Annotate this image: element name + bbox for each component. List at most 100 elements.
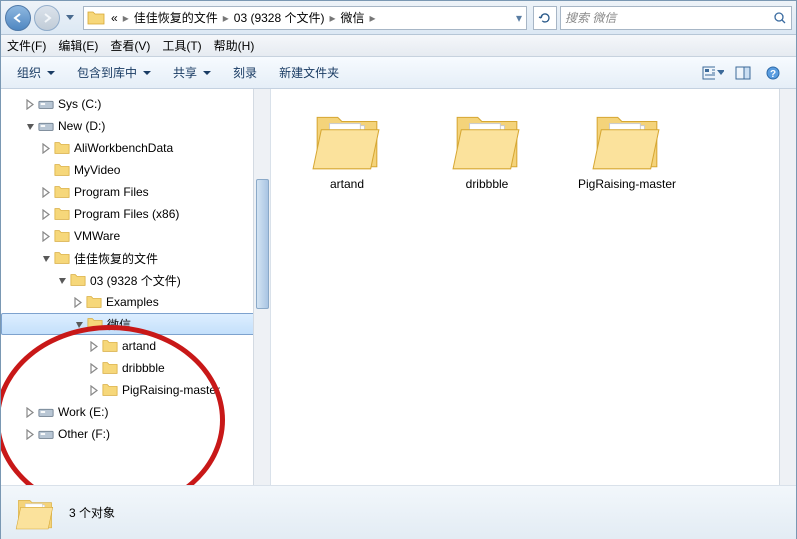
folder-item[interactable]: dribbble bbox=[437, 109, 537, 193]
search-input[interactable]: 搜索 微信 bbox=[560, 6, 792, 30]
expand-toggle[interactable] bbox=[73, 297, 84, 308]
tree-item-label: dribbble bbox=[122, 361, 165, 375]
expand-toggle[interactable] bbox=[57, 275, 68, 286]
drive-icon bbox=[38, 118, 54, 134]
share-button[interactable]: 共享 bbox=[165, 61, 219, 84]
include-library-button[interactable]: 包含到库中 bbox=[69, 61, 159, 84]
folder-icon bbox=[87, 9, 105, 27]
search-icon bbox=[773, 11, 787, 25]
tree-item[interactable]: Program Files (x86) bbox=[1, 203, 270, 225]
tree-item[interactable]: Other (F:) bbox=[1, 423, 270, 445]
tree-item-label: VMWare bbox=[74, 229, 120, 243]
tree-item-label: AliWorkbenchData bbox=[74, 141, 173, 155]
expand-toggle[interactable] bbox=[89, 385, 100, 396]
expand-toggle[interactable] bbox=[41, 209, 52, 220]
organize-button[interactable]: 组织 bbox=[9, 61, 63, 84]
folder-icon bbox=[54, 140, 70, 156]
tree-scrollbar[interactable] bbox=[253, 89, 270, 485]
folder-item[interactable]: PigRaising-master bbox=[577, 109, 677, 193]
folder-icon bbox=[102, 360, 118, 376]
menu-edit[interactable]: 编辑(E) bbox=[58, 37, 98, 54]
expand-toggle[interactable] bbox=[41, 253, 52, 264]
tree-item[interactable]: 佳佳恢复的文件 bbox=[1, 247, 270, 269]
expand-toggle[interactable] bbox=[41, 143, 52, 154]
tree-item-label: MyVideo bbox=[74, 163, 120, 177]
drive-icon bbox=[38, 404, 54, 420]
folder-icon bbox=[311, 109, 383, 171]
tree-item-label: 微信 bbox=[107, 316, 131, 333]
scrollbar-thumb[interactable] bbox=[256, 179, 269, 309]
expand-toggle[interactable] bbox=[41, 187, 52, 198]
folder-icon bbox=[70, 272, 86, 288]
file-list[interactable]: artand dribbble PigRaising-master bbox=[271, 89, 796, 485]
expand-toggle[interactable] bbox=[89, 363, 100, 374]
folder-icon bbox=[54, 250, 70, 266]
tree-item[interactable]: AliWorkbenchData bbox=[1, 137, 270, 159]
tree-item[interactable]: PigRaising-master bbox=[1, 379, 270, 401]
help-button[interactable]: ? bbox=[762, 62, 784, 84]
folder-item[interactable]: artand bbox=[297, 109, 397, 193]
menu-view[interactable]: 查看(V) bbox=[110, 37, 150, 54]
folder-icon bbox=[54, 206, 70, 222]
tree-item[interactable]: Work (E:) bbox=[1, 401, 270, 423]
chevron-down-icon[interactable]: ▾ bbox=[512, 11, 526, 25]
folder-icon bbox=[54, 162, 70, 178]
tree-item[interactable]: VMWare bbox=[1, 225, 270, 247]
expand-toggle[interactable] bbox=[25, 99, 36, 110]
chevron-right-icon: ▸ bbox=[327, 11, 337, 25]
expand-toggle[interactable] bbox=[41, 165, 52, 176]
tree-item[interactable]: Program Files bbox=[1, 181, 270, 203]
expand-toggle[interactable] bbox=[41, 231, 52, 242]
chevron-right-icon: ▸ bbox=[368, 11, 378, 25]
menu-bar: 文件(F) 编辑(E) 查看(V) 工具(T) 帮助(H) bbox=[1, 35, 796, 57]
menu-help[interactable]: 帮助(H) bbox=[214, 37, 255, 54]
menu-tools[interactable]: 工具(T) bbox=[162, 37, 201, 54]
nav-bar: « ▸ 佳佳恢复的文件 ▸ 03 (9328 个文件) ▸ 微信 ▸ ▾ 搜索 … bbox=[1, 1, 796, 35]
menu-file[interactable]: 文件(F) bbox=[7, 37, 46, 54]
chevron-right-icon: ▸ bbox=[121, 11, 131, 25]
tree-item-label: Examples bbox=[106, 295, 159, 309]
nav-history-dropdown[interactable] bbox=[63, 5, 77, 31]
tree-item-label: New (D:) bbox=[58, 119, 105, 133]
main-scrollbar[interactable] bbox=[779, 89, 796, 485]
expand-toggle[interactable] bbox=[25, 407, 36, 418]
tree-item-label: Sys (C:) bbox=[58, 97, 101, 111]
tree-item[interactable]: artand bbox=[1, 335, 270, 357]
tree-item[interactable]: dribbble bbox=[1, 357, 270, 379]
tree-item[interactable]: 微信 bbox=[1, 313, 270, 335]
burn-button[interactable]: 刻录 bbox=[225, 61, 265, 84]
status-text: 3 个对象 bbox=[69, 504, 115, 521]
folder-icon bbox=[87, 316, 103, 332]
toolbar: 组织 包含到库中 共享 刻录 新建文件夹 ? bbox=[1, 57, 796, 89]
expand-toggle[interactable] bbox=[74, 319, 85, 330]
back-button[interactable] bbox=[5, 5, 31, 31]
tree-item[interactable]: Examples bbox=[1, 291, 270, 313]
tree-item-label: 03 (9328 个文件) bbox=[90, 272, 181, 289]
tree-item-label: Program Files bbox=[74, 185, 149, 199]
new-folder-button[interactable]: 新建文件夹 bbox=[271, 61, 347, 84]
tree-item[interactable]: MyVideo bbox=[1, 159, 270, 181]
expand-toggle[interactable] bbox=[25, 429, 36, 440]
search-placeholder: 搜索 微信 bbox=[565, 9, 616, 26]
preview-pane-button[interactable] bbox=[732, 62, 754, 84]
tree-item-label: artand bbox=[122, 339, 156, 353]
tree-item-label: 佳佳恢复的文件 bbox=[74, 250, 158, 267]
drive-icon bbox=[38, 96, 54, 112]
refresh-button[interactable] bbox=[533, 6, 557, 30]
tree-item-label: PigRaising-master bbox=[122, 383, 220, 397]
breadcrumb-part[interactable]: 佳佳恢复的文件 bbox=[131, 9, 221, 26]
folder-icon bbox=[15, 495, 55, 531]
forward-button[interactable] bbox=[34, 5, 60, 31]
folder-label: dribbble bbox=[466, 177, 509, 193]
tree-item[interactable]: Sys (C:) bbox=[1, 93, 270, 115]
tree-item[interactable]: New (D:) bbox=[1, 115, 270, 137]
view-options-button[interactable] bbox=[702, 62, 724, 84]
expand-toggle[interactable] bbox=[25, 121, 36, 132]
tree-item[interactable]: 03 (9328 个文件) bbox=[1, 269, 270, 291]
folder-label: artand bbox=[330, 177, 364, 193]
breadcrumb[interactable]: « ▸ 佳佳恢复的文件 ▸ 03 (9328 个文件) ▸ 微信 ▸ ▾ bbox=[83, 6, 527, 30]
breadcrumb-overflow[interactable]: « bbox=[108, 11, 121, 25]
breadcrumb-part[interactable]: 微信 bbox=[338, 9, 368, 26]
breadcrumb-part[interactable]: 03 (9328 个文件) bbox=[231, 9, 328, 26]
expand-toggle[interactable] bbox=[89, 341, 100, 352]
